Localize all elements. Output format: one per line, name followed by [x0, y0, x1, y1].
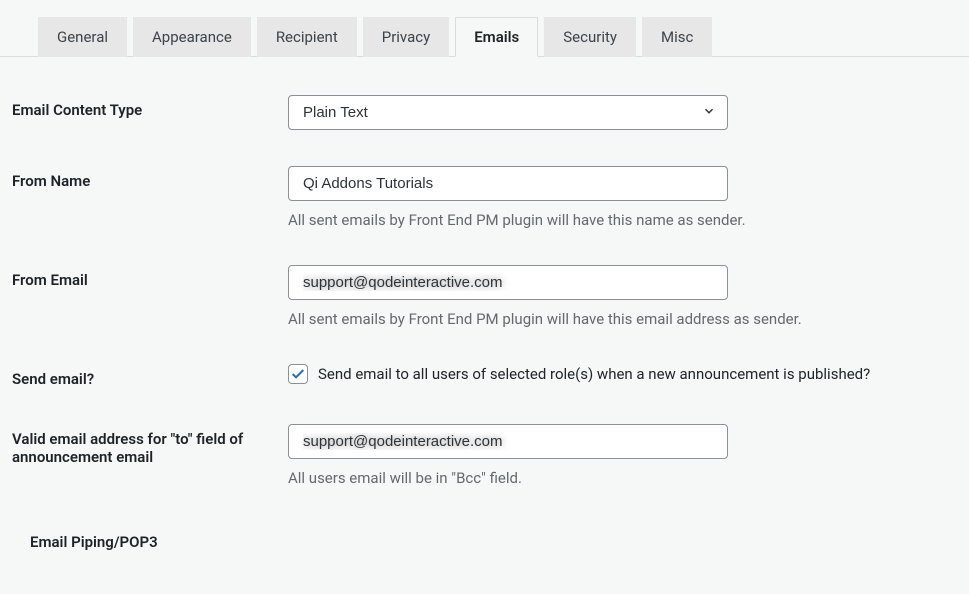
tab-emails[interactable]: Emails [455, 17, 538, 57]
row-email-content-type: Email Content Type Plain Text [0, 77, 969, 148]
label-from-name: From Name [12, 166, 288, 190]
row-send-email: Send email? Send email to all users of s… [0, 346, 969, 406]
from-email-description: All sent emails by Front End PM plugin w… [288, 310, 957, 328]
label-from-email: From Email [12, 265, 288, 289]
tab-appearance[interactable]: Appearance [133, 17, 251, 57]
row-from-name: From Name All sent emails by Front End P… [0, 148, 969, 247]
tab-privacy[interactable]: Privacy [363, 17, 449, 57]
email-content-type-select[interactable]: Plain Text [288, 95, 728, 130]
select-wrap: Plain Text [288, 95, 728, 130]
tab-security[interactable]: Security [544, 17, 636, 57]
valid-email-input[interactable] [288, 424, 728, 459]
tabs-container: General Appearance Recipient Privacy Ema… [0, 0, 969, 57]
tab-misc[interactable]: Misc [642, 17, 712, 57]
from-name-input[interactable] [288, 166, 728, 201]
label-valid-email: Valid email address for "to" field of an… [12, 424, 288, 466]
valid-email-description: All users email will be in "Bcc" field. [288, 469, 957, 487]
tab-recipient[interactable]: Recipient [257, 17, 357, 57]
row-from-email: From Email All sent emails by Front End … [0, 247, 969, 346]
checkbox-wrap: Send email to all users of selected role… [288, 364, 957, 384]
from-name-description: All sent emails by Front End PM plugin w… [288, 211, 957, 229]
row-valid-email: Valid email address for "to" field of an… [0, 406, 969, 505]
send-email-checkbox[interactable] [288, 364, 308, 384]
form-table: Email Content Type Plain Text From Name … [0, 77, 969, 563]
label-send-email: Send email? [12, 364, 288, 388]
label-email-content-type: Email Content Type [12, 95, 288, 119]
from-email-input[interactable] [288, 265, 728, 300]
send-email-checkbox-label: Send email to all users of selected role… [318, 365, 870, 383]
section-heading-email-piping: Email Piping/POP3 [0, 505, 969, 563]
tab-general[interactable]: General [38, 17, 127, 57]
